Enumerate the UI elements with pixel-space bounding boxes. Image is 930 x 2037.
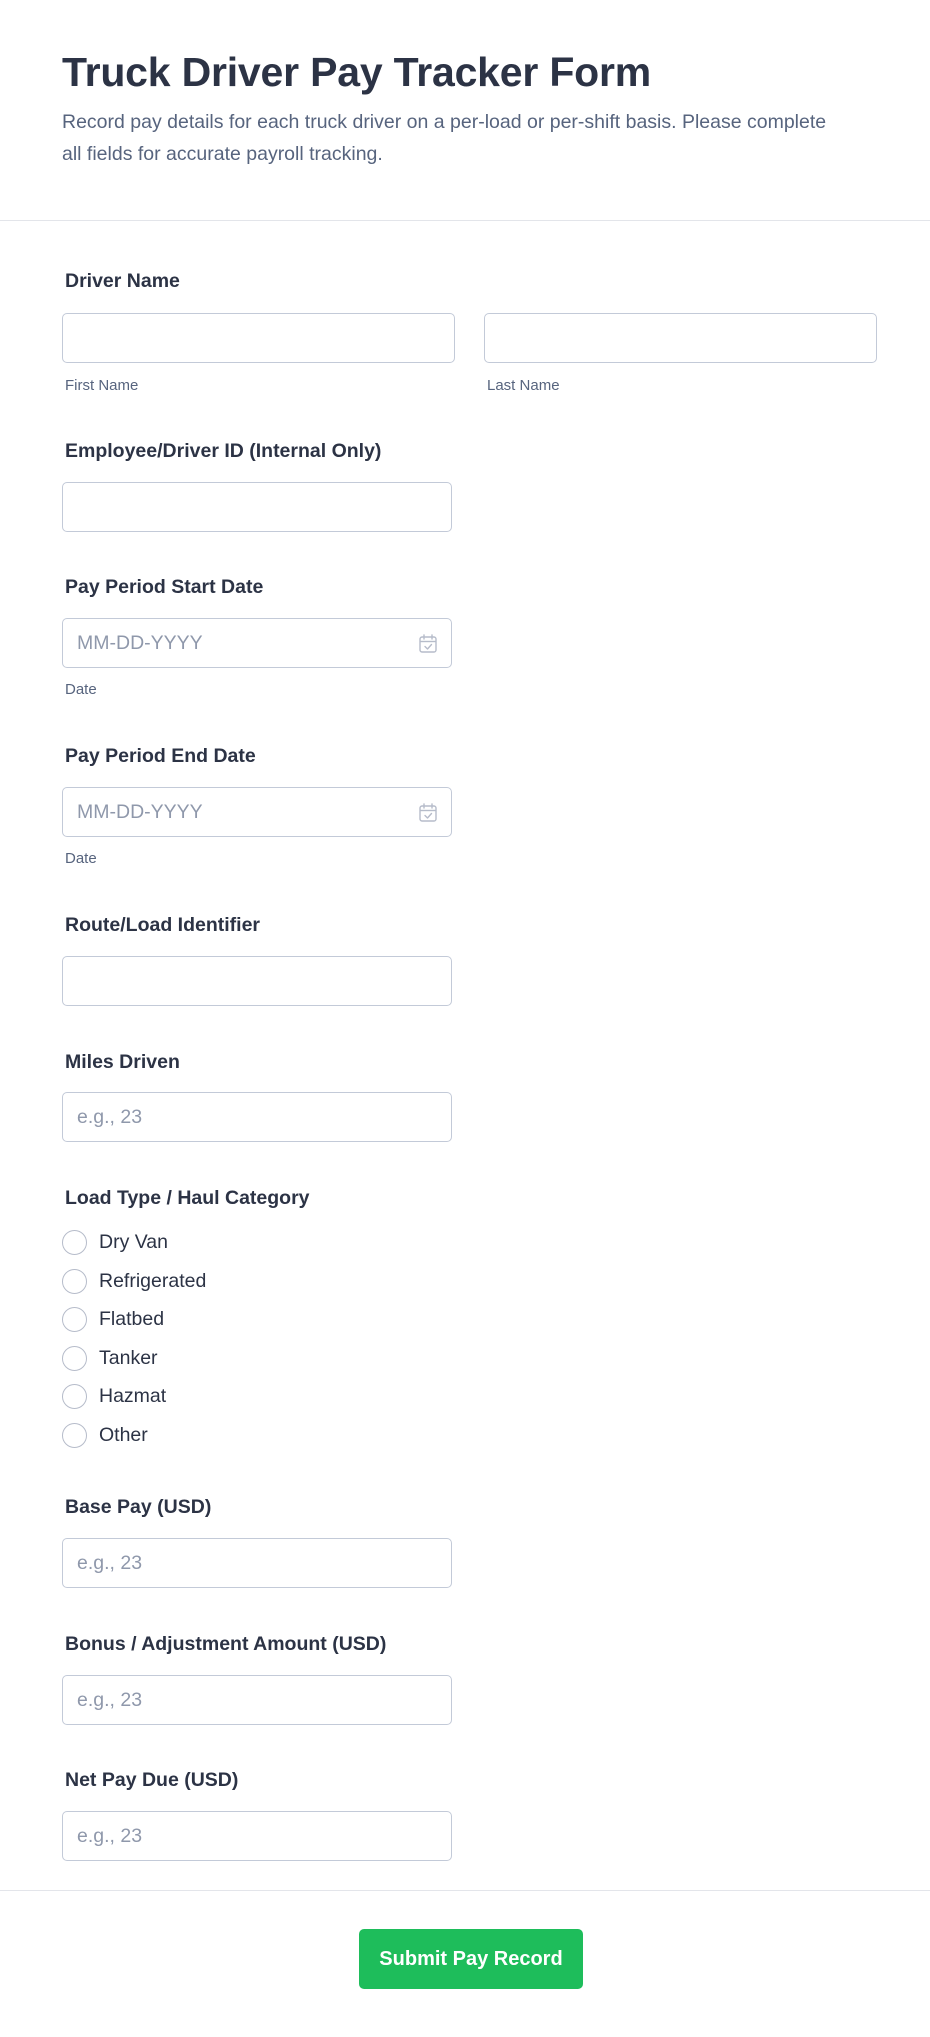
radio-button[interactable] <box>62 1345 87 1371</box>
calendar-icon[interactable] <box>419 803 437 822</box>
miles-input[interactable] <box>63 1093 451 1141</box>
bonus-input[interactable] <box>63 1676 451 1724</box>
first-name-field[interactable] <box>62 313 455 363</box>
last-name-sublabel: Last Name <box>487 377 560 394</box>
radio-label: Tanker <box>99 1346 158 1369</box>
radio-button[interactable] <box>62 1422 87 1448</box>
net-pay-input[interactable] <box>63 1812 451 1860</box>
route-label: Route/Load Identifier <box>65 914 260 936</box>
first-name-sublabel: First Name <box>65 377 139 394</box>
form-header: Truck Driver Pay Tracker Form Record pay… <box>0 0 930 221</box>
net-pay-label: Net Pay Due (USD) <box>65 1769 239 1791</box>
miles-field[interactable] <box>62 1092 452 1142</box>
radio-option-flatbed[interactable]: Flatbed <box>62 1306 164 1332</box>
end-date-field[interactable] <box>62 787 452 837</box>
route-input[interactable] <box>63 957 451 1005</box>
radio-label: Flatbed <box>99 1307 165 1330</box>
driver-id-field[interactable] <box>62 482 452 532</box>
calendar-icon[interactable] <box>419 634 437 653</box>
route-field[interactable] <box>62 956 452 1006</box>
radio-option-hazmat[interactable]: Hazmat <box>62 1383 166 1409</box>
radio-option-refrigerated[interactable]: Refrigerated <box>62 1268 206 1294</box>
radio-option-other[interactable]: Other <box>62 1422 148 1448</box>
radio-label: Dry Van <box>99 1230 168 1253</box>
form-title: Truck Driver Pay Tracker Form <box>62 49 652 95</box>
driver-id-label: Employee/Driver ID (Internal Only) <box>65 440 382 462</box>
radio-label: Hazmat <box>99 1384 167 1407</box>
first-name-input[interactable] <box>63 314 454 362</box>
net-pay-field[interactable] <box>62 1811 452 1861</box>
base-pay-label: Base Pay (USD) <box>65 1496 212 1518</box>
last-name-field[interactable] <box>484 313 877 363</box>
base-pay-input[interactable] <box>63 1539 451 1587</box>
last-name-input[interactable] <box>485 314 876 362</box>
base-pay-field[interactable] <box>62 1538 452 1588</box>
radio-button[interactable] <box>62 1306 87 1332</box>
radio-option-tanker[interactable]: Tanker <box>62 1345 158 1371</box>
start-date-field[interactable] <box>62 618 452 668</box>
start-date-input[interactable] <box>63 619 451 667</box>
start-date-sublabel: Date <box>65 681 97 698</box>
end-date-label: Pay Period End Date <box>65 745 256 767</box>
form-description: Record pay details for each truck driver… <box>62 111 827 165</box>
radio-button[interactable] <box>62 1229 87 1255</box>
radio-button[interactable] <box>62 1268 87 1294</box>
driver-name-label: Driver Name <box>65 270 180 292</box>
radio-label: Other <box>99 1423 148 1446</box>
start-date-label: Pay Period Start Date <box>65 576 264 598</box>
end-date-sublabel: Date <box>65 850 97 867</box>
radio-label: Refrigerated <box>99 1269 207 1292</box>
end-date-input[interactable] <box>63 788 451 836</box>
bonus-field[interactable] <box>62 1675 452 1725</box>
radio-button[interactable] <box>62 1383 87 1409</box>
submit-button[interactable]: Submit Pay Record <box>359 1929 583 1989</box>
radio-option-dry-van[interactable]: Dry Van <box>62 1229 168 1255</box>
miles-label: Miles Driven <box>65 1051 180 1073</box>
load-type-label: Load Type / Haul Category <box>65 1187 310 1209</box>
bonus-label: Bonus / Adjustment Amount (USD) <box>65 1633 387 1655</box>
driver-id-input[interactable] <box>63 483 451 531</box>
